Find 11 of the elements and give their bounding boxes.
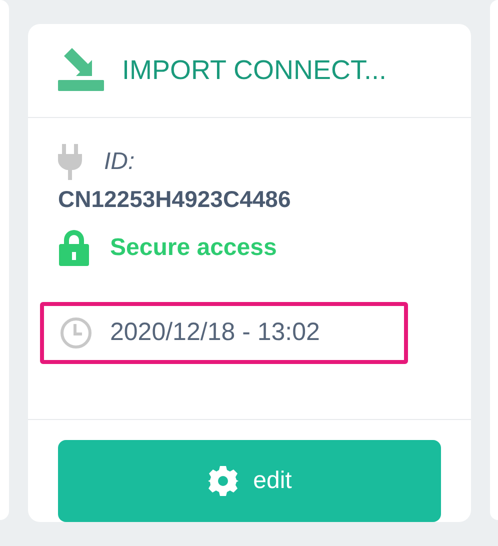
id-label: ID: [104, 146, 135, 177]
clock-icon [60, 316, 92, 349]
access-status: Secure access [110, 233, 277, 264]
edit-button[interactable]: edit [58, 440, 441, 522]
tray-arrow-icon [58, 48, 104, 92]
lock-icon [58, 230, 90, 266]
plug-icon [58, 144, 82, 180]
gear-icon [207, 465, 240, 497]
card-title: IMPORT CONNECT... [122, 54, 387, 88]
timestamp: 2020/12/18 - 13:02 [110, 317, 320, 348]
id-value: CN12253H4923C4486 [58, 184, 292, 214]
